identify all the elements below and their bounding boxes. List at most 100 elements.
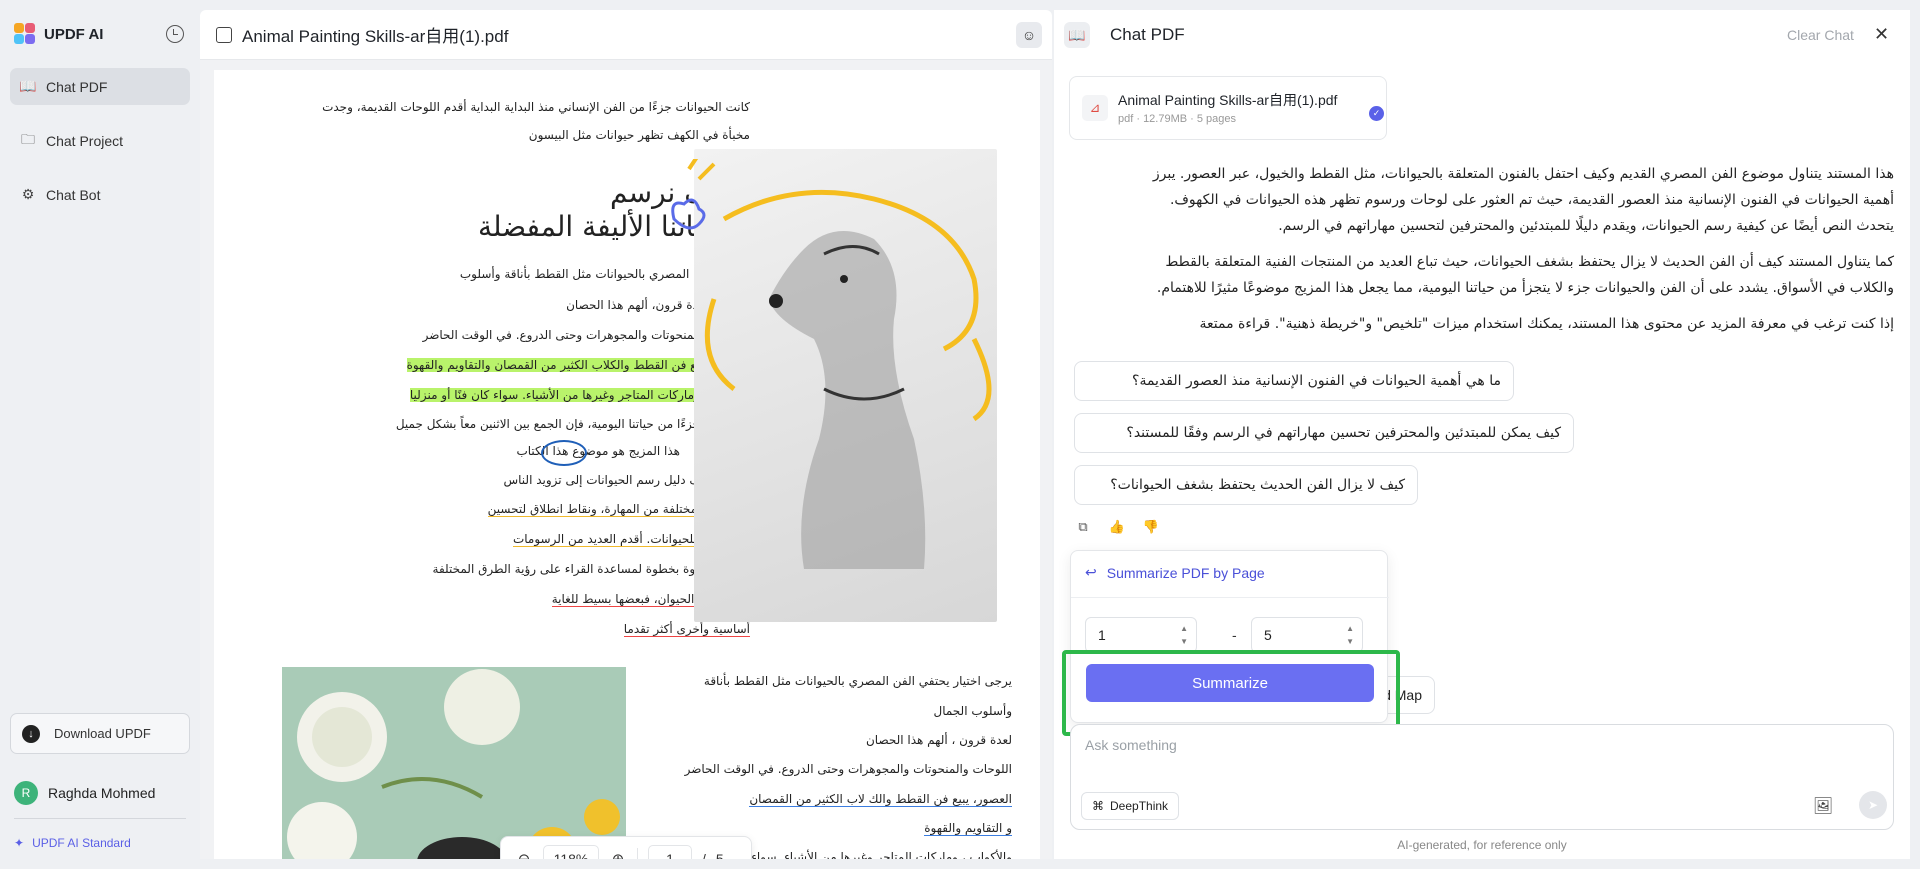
- sparkle-icon: ✦: [14, 836, 25, 850]
- suggested-question[interactable]: كيف لا يزال الفن الحديث يحتفظ بشغف الحيو…: [1074, 465, 1418, 505]
- pdf-text-line: يرجى اختيار يحتفي الفن المصري بالحيوانات…: [703, 674, 1012, 688]
- zoom-toolbar: ⊖ 118% ⊕ 1 / 5: [500, 836, 752, 859]
- sidebar-item-chat-pdf[interactable]: 📖 Chat PDF: [10, 68, 190, 105]
- download-label: Download UPDF: [54, 726, 151, 741]
- suggested-question-text: كيف لا يزال الفن الحديث يحتفظ بشغف الحيو…: [1110, 477, 1405, 493]
- answer-line: أهمية الحيوانات في الفنون الإنسانية منذ …: [1169, 192, 1894, 208]
- pdf-underlined-line: أساسية وأخرى أكثر تقدما: [623, 622, 750, 637]
- chat-title: Chat PDF: [1110, 25, 1185, 44]
- toolbar-divider: [637, 848, 638, 859]
- chat-icon: ☺: [1021, 27, 1037, 43]
- folder-icon: 🗀: [21, 130, 35, 147]
- plan-link[interactable]: ✦ UPDF AI Standard: [14, 836, 131, 850]
- pdf-page[interactable]: كانت الحيوانات جزءًا من الفن الإنساني من…: [214, 70, 1040, 859]
- pdf-header: Animal Painting Skills-ar自用(1).pdf ☺: [200, 10, 1052, 60]
- answer-line: والكلاب في الأسواق. يشدد على أن الفن وال…: [1156, 280, 1894, 296]
- flower-image-icon: [287, 669, 620, 859]
- ai-disclaimer: AI-generated, for reference only: [1397, 838, 1567, 852]
- sidebar-item-label: Chat Project: [46, 132, 124, 149]
- spinner-icon[interactable]: ▲ ▼: [1346, 622, 1354, 648]
- pdf-file-icon: ⊿: [1082, 95, 1108, 121]
- avatar: R: [14, 781, 38, 805]
- bot-icon: ⚙: [21, 186, 35, 202]
- sidebar-item-label: Chat PDF: [46, 78, 108, 95]
- pdf-text-line: مخبأة في الكهف تظهر حيوانات مثل البيسون: [528, 128, 750, 142]
- popover-title-text: Summarize PDF by Page: [1106, 564, 1265, 581]
- user-profile[interactable]: R Raghda Mohmed: [14, 781, 155, 805]
- sidebar-item-chat-bot[interactable]: ⚙ Chat Bot: [10, 176, 190, 213]
- deepthink-label: DeepThink: [1110, 799, 1169, 813]
- dog-illustration: [671, 149, 997, 622]
- history-icon[interactable]: [166, 25, 184, 43]
- pdf-text-line: لعدة قرون ، ألهم هذا الحصان: [865, 733, 1012, 747]
- pdf-canvas[interactable]: كانت الحيوانات جزءًا من الفن الإنساني من…: [200, 60, 1052, 859]
- suggested-question-text: كيف يمكن للمبتدئين والمحترفين تحسين مهار…: [1126, 425, 1561, 441]
- pdf-underlined-line: و التقاويم والقهوة: [924, 821, 1012, 836]
- zoom-in-icon[interactable]: ⊕: [609, 850, 627, 859]
- close-icon[interactable]: ✕: [1874, 24, 1889, 45]
- thumbs-down-icon[interactable]: 👎: [1142, 518, 1160, 536]
- send-button[interactable]: ➤: [1859, 791, 1887, 819]
- pdf-title: Animal Painting Skills-ar自用(1).pdf: [242, 27, 509, 46]
- book-icon: 📖: [19, 78, 37, 94]
- from-page-input[interactable]: 1 ▲ ▼: [1085, 617, 1197, 653]
- from-page-value: 1: [1098, 627, 1106, 643]
- download-icon: ↓: [22, 724, 40, 743]
- sidebar-item-label: Chat Bot: [46, 186, 101, 203]
- popover-title[interactable]: ↩ Summarize PDF by Page: [1085, 564, 1265, 581]
- pdf-underlined-line: العصور، يبيع فن القطط والك لاب الكثير من…: [749, 792, 1012, 807]
- book-open-icon: 📖: [1068, 26, 1086, 43]
- plan-label: UPDF AI Standard: [32, 836, 131, 850]
- answer-line: هذا المستند يتناول موضوع الفن المصري الق…: [1152, 166, 1894, 182]
- answer-line: يتحدث النص أيضًا عن كيفية رسم الحيوانات،…: [1278, 218, 1894, 234]
- sidebar-item-chat-project[interactable]: 🗀 Chat Project: [10, 122, 190, 159]
- zoom-out-icon[interactable]: ⊖: [515, 850, 533, 859]
- updf-logo-icon: [14, 23, 36, 45]
- attached-file-card[interactable]: ⊿ Animal Painting Skills-ar自用(1).pdf pdf…: [1069, 76, 1387, 140]
- to-page-value: 5: [1264, 627, 1272, 643]
- spinner-icon[interactable]: ▲ ▼: [1180, 622, 1188, 648]
- page-separator: /: [702, 851, 706, 859]
- page-total: 5: [715, 851, 724, 859]
- ai-chat-toggle-button[interactable]: ☺: [1016, 22, 1042, 48]
- butterfly-icon: [671, 198, 706, 230]
- brand: UPDF AI: [14, 22, 103, 46]
- pdf-text-line: اللوحات والمنحوتات والمجوهرات وحتى الدرو…: [684, 762, 1012, 776]
- user-name: Raghda Mohmed: [48, 785, 156, 801]
- summarize-button[interactable]: Summarize: [1086, 664, 1374, 702]
- toggle-pdf-button[interactable]: 📖: [1064, 22, 1090, 48]
- page-number-input[interactable]: 1: [648, 845, 692, 859]
- to-page-input[interactable]: 5 ▲ ▼: [1251, 617, 1363, 653]
- ink-circle-annotation: [541, 440, 587, 466]
- brand-title: UPDF AI: [44, 25, 104, 43]
- image-upload-icon[interactable]: 🖼: [1812, 795, 1834, 817]
- chat-panel: 📖 Chat PDF Clear Chat ✕ ⊿ Animal Paintin…: [1054, 10, 1910, 859]
- suggested-question[interactable]: ما هي أهمية الحيوانات في الفنون الإنساني…: [1074, 361, 1514, 401]
- sidebar-divider: [14, 818, 186, 819]
- file-name: Animal Painting Skills-ar自用(1).pdf: [1118, 92, 1338, 108]
- thumbs-up-icon[interactable]: 👍: [1108, 518, 1126, 536]
- chat-input-box: ⌘ DeepThink 🖼 ➤: [1070, 724, 1894, 830]
- zoom-level[interactable]: 118%: [543, 845, 599, 859]
- suggested-question-text: ما هي أهمية الحيوانات في الفنون الإنساني…: [1132, 373, 1501, 389]
- message-actions: ⧉ 👍 👎: [1074, 518, 1160, 536]
- pdf-viewer: Animal Painting Skills-ar自用(1).pdf ☺ كان…: [200, 10, 1052, 859]
- clear-chat-button[interactable]: Clear Chat: [1787, 27, 1854, 43]
- yellow-doodle-icon: [687, 159, 992, 422]
- flower-photo: [282, 667, 626, 859]
- popover-divider: [1071, 597, 1389, 598]
- copy-icon[interactable]: ⧉: [1074, 518, 1092, 536]
- check-icon: ✓: [1369, 106, 1384, 121]
- pdf-file-icon: [216, 26, 232, 43]
- pdf-text-line: كانت الحيوانات جزءًا من الفن الإنساني من…: [322, 100, 750, 114]
- answer-line: كما يتناول المستند كيف أن الفن الحديث لا…: [1165, 254, 1894, 270]
- pdf-text-line: وأسلوب الجمال: [933, 704, 1012, 718]
- chat-input[interactable]: [1085, 737, 1685, 753]
- answer-line: إذا كنت ترغب في معرفة المزيد عن محتوى هذ…: [1199, 316, 1895, 332]
- deepthink-button[interactable]: ⌘ DeepThink: [1081, 792, 1180, 820]
- sidebar: UPDF AI 📖 Chat PDF 🗀 Chat Project ⚙ Chat…: [0, 0, 200, 869]
- download-updf-button[interactable]: ↓ Download UPDF: [10, 713, 190, 754]
- suggested-question[interactable]: كيف يمكن للمبتدئين والمحترفين تحسين مهار…: [1074, 413, 1574, 453]
- chat-header: 📖 Chat PDF Clear Chat ✕: [1054, 10, 1910, 60]
- deepthink-icon: ⌘: [1092, 799, 1104, 813]
